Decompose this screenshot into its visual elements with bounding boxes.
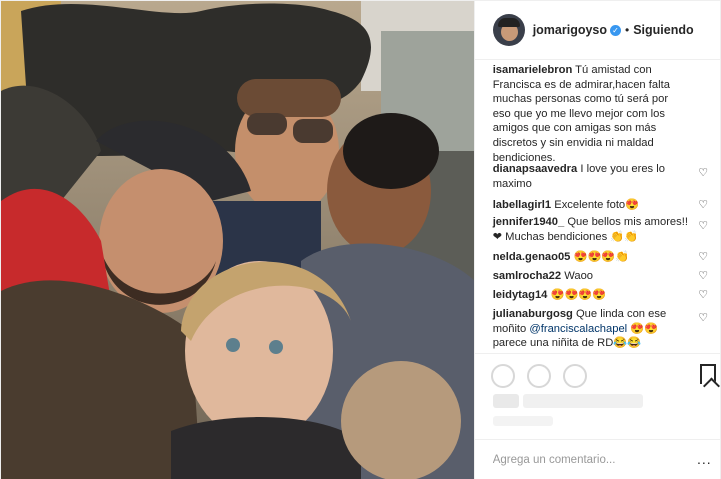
comment-text: Tú amistad con Francisca es de admirar,h… [492, 64, 670, 164]
share-icon[interactable] [562, 364, 587, 388]
comment-item: dianapsaavedra I love you eres lo maximo… [493, 162, 715, 198]
comment-mention-link[interactable]: @franciscalachapel [529, 323, 627, 335]
comment-item: leidytag14 😍😍😍😍 ♡ [493, 288, 715, 307]
post-header: jomarigoyso ✓ • Siguiendo [474, 1, 720, 60]
like-icon[interactable] [490, 364, 515, 388]
comment-text: Excelente foto😍 [551, 199, 640, 211]
comment-username[interactable]: julianaburgosg [493, 308, 573, 320]
header-username[interactable]: jomarigoyso [533, 23, 607, 37]
comment-text: Waoo [561, 270, 594, 282]
like-comment-heart-icon[interactable]: ♡ [698, 252, 709, 263]
likes-count-placeholder [522, 394, 643, 408]
like-comment-heart-icon[interactable]: ♡ [698, 290, 709, 301]
verified-badge-icon: ✓ [610, 24, 622, 36]
post-photo[interactable] [1, 1, 474, 479]
add-comment-input[interactable] [492, 454, 673, 466]
comment-item: isamarielebron Tú amistad con Francisca … [493, 63, 715, 164]
group-selfie-photo [1, 1, 474, 479]
comment-item: samlrocha22 Waoo ♡ [493, 269, 715, 288]
header-separator: • [625, 23, 630, 37]
like-comment-heart-icon[interactable]: ♡ [698, 200, 709, 211]
like-comment-heart-icon[interactable]: ♡ [698, 168, 709, 179]
comment-text: 😍😍😍👏 [570, 251, 630, 263]
avatar[interactable] [492, 14, 525, 46]
comment-item: nelda.genao05 😍😍😍👏 ♡ [493, 250, 715, 269]
post-actions [474, 353, 721, 439]
following-button[interactable]: Siguiendo [633, 23, 693, 37]
comment-icon[interactable] [526, 364, 551, 388]
comment-item: labellagirl1 Excelente foto😍 ♡ [493, 198, 715, 215]
likes-avatar-placeholder [492, 394, 519, 408]
comment-list: isamarielebron Tú amistad con Francisca … [493, 63, 715, 351]
like-comment-heart-icon[interactable]: ♡ [698, 271, 709, 282]
post-date-placeholder [492, 416, 553, 426]
comment-username[interactable]: jennifer1940_ [493, 216, 565, 228]
comment-username[interactable]: dianapsaavedra [493, 163, 578, 175]
avatar-cap [497, 18, 520, 27]
post-side-panel: jomarigoyso ✓ • Siguiendo isamarielebron… [473, 1, 721, 479]
action-icons [490, 364, 587, 388]
comment-item: jennifer1940_ Que bellos mis amores!!❤ M… [493, 215, 715, 250]
comment-username[interactable]: leidytag14 [493, 289, 548, 301]
add-comment-bar: ... [474, 439, 721, 479]
comment-username[interactable]: samlrocha22 [493, 270, 561, 282]
like-comment-heart-icon[interactable]: ♡ [698, 313, 709, 324]
comment-item: julianaburgosg Que linda con ese moñito … [493, 307, 715, 351]
comment-text: 😍😍😍😍 [547, 289, 607, 301]
instagram-post: jomarigoyso ✓ • Siguiendo isamarielebron… [0, 0, 721, 479]
more-options-icon[interactable]: ... [697, 452, 712, 466]
like-comment-heart-icon[interactable]: ♡ [698, 221, 709, 232]
comment-username[interactable]: labellagirl1 [493, 199, 551, 211]
comment-username[interactable]: nelda.genao05 [493, 251, 571, 263]
comment-username[interactable]: isamarielebron [493, 64, 573, 76]
bookmark-icon[interactable] [699, 364, 716, 384]
